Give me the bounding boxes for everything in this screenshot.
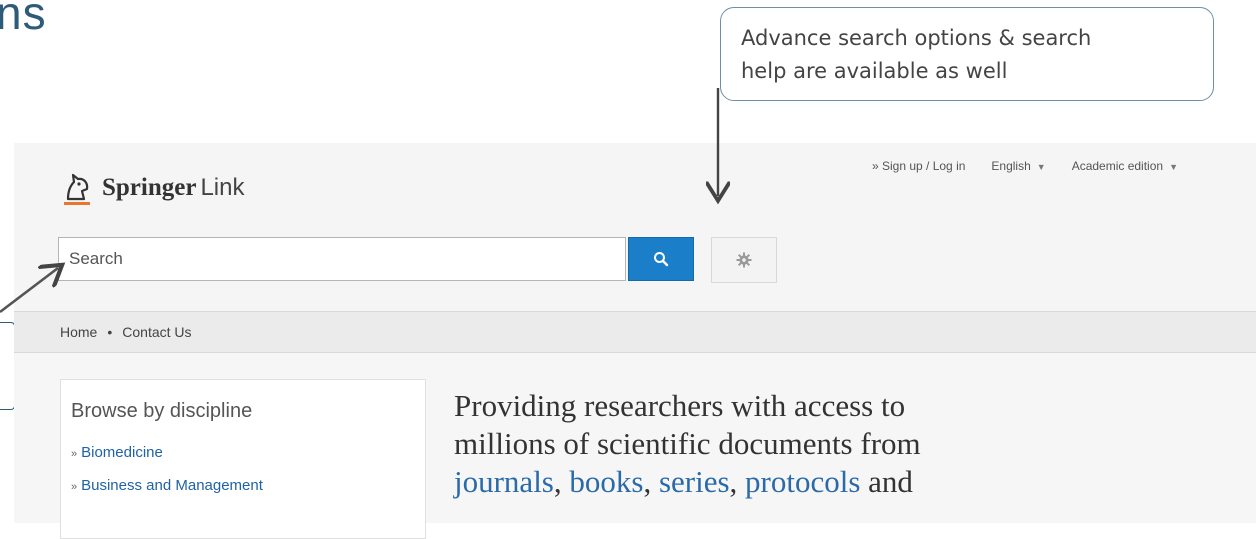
discipline-label: Biomedicine (81, 444, 163, 461)
discipline-link[interactable]: » Biomedicine (71, 437, 425, 470)
search-icon (654, 252, 669, 267)
browse-heading: Browse by discipline (71, 400, 253, 422)
springerlink-logo[interactable]: Springer Link (60, 169, 244, 207)
annotation-box-left (0, 322, 15, 410)
site-header: Springer Link » Sign up / Log in English ▼… (14, 143, 1256, 311)
tagline-sep: , (553, 464, 570, 499)
tagline-sep: , (643, 464, 659, 499)
callout-line-2: help are available as well (741, 59, 1008, 83)
series-link[interactable]: series (659, 464, 730, 499)
nav-contact-link[interactable]: Contact Us (122, 324, 191, 340)
slide-title-fragment: ns (0, 0, 47, 39)
discipline-link[interactable]: » Business and Management (71, 470, 425, 503)
callout-line-1: Advance search options & search (741, 26, 1092, 50)
nav-home-link[interactable]: Home (60, 324, 97, 340)
tagline-line-3: journals, books, series, protocols and (454, 463, 1256, 501)
tagline-line-1: Providing researchers with access to (454, 388, 906, 423)
logo-link: Link (200, 174, 245, 201)
logo-springer: Springer (102, 174, 197, 201)
gear-icon (736, 252, 752, 268)
search-input[interactable] (58, 237, 626, 281)
bullet-arrow-icon: » (71, 448, 78, 460)
tagline-sep: , (729, 464, 746, 499)
search-button[interactable] (628, 237, 694, 281)
language-selector[interactable]: English ▼ (991, 159, 1045, 173)
edition-selector[interactable]: Academic edition ▼ (1072, 159, 1178, 173)
logo-text: Springer Link (102, 174, 244, 202)
site-tagline: Providing researchers with access to mil… (454, 387, 1256, 501)
breadcrumb-nav: Home • Contact Us (14, 311, 1256, 353)
tagline-line-2: millions of scientific documents from (454, 426, 921, 461)
tagline-tail: and (860, 464, 913, 499)
discipline-label: Business and Management (81, 477, 263, 494)
browse-by-discipline-panel: Browse by discipline » Biomedicine » Busin… (60, 379, 426, 539)
journals-link[interactable]: journals (454, 464, 554, 499)
advanced-search-button[interactable] (711, 237, 777, 283)
springerlink-screenshot: Springer Link » Sign up / Log in English ▼… (14, 143, 1256, 539)
chess-knight-icon (64, 173, 90, 205)
protocols-link[interactable]: protocols (745, 464, 860, 499)
annotation-callout: Advance search options & search help are… (720, 7, 1214, 101)
nav-separator: • (107, 324, 113, 340)
edition-label: Academic edition (1071, 159, 1164, 173)
bullet-arrow-icon: » (71, 481, 78, 493)
chevron-down-icon: ▼ (1036, 162, 1046, 172)
top-links: » Sign up / Log in English ▼ Academic edi… (872, 159, 1178, 173)
chevron-down-icon: ▼ (1169, 162, 1178, 172)
books-link[interactable]: books (569, 464, 643, 499)
language-label: English (991, 159, 1031, 173)
signup-login-link[interactable]: » Sign up / Log in (872, 159, 965, 173)
